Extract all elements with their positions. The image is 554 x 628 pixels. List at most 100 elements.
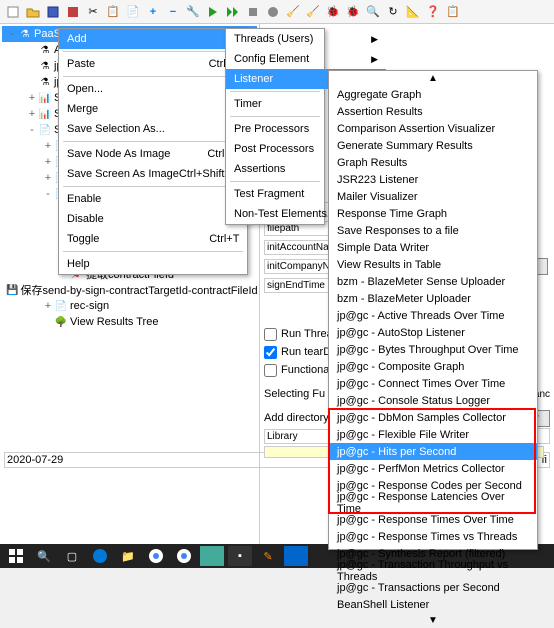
tb-new-icon[interactable] (4, 3, 22, 21)
menu-item[interactable]: Add ▶ (59, 29, 247, 49)
scroll-up-icon[interactable]: ▲ (329, 71, 537, 86)
tree-icon: ⚗ (38, 43, 52, 57)
tb-clearall-icon[interactable]: 🧹 (304, 3, 322, 21)
tree-icon: 📄 (54, 299, 68, 313)
tb-reset-icon[interactable]: ↻ (384, 3, 402, 21)
menu-item[interactable]: Help (59, 254, 247, 274)
tb-clear-icon[interactable]: 🧹 (284, 3, 302, 21)
expand-icon[interactable]: + (42, 300, 54, 312)
run-thread-checkbox[interactable] (264, 328, 277, 341)
menu-item[interactable]: Merge (59, 99, 247, 119)
expand-icon[interactable]: + (42, 172, 54, 184)
taskview-icon[interactable]: ▢ (60, 546, 84, 566)
menu-item[interactable]: Open... (59, 79, 247, 99)
tb-wrench-icon[interactable]: 🔧 (184, 3, 202, 21)
edge-icon[interactable] (88, 546, 112, 566)
menu-item[interactable]: jp@gc - Flexible File Writer (329, 426, 537, 443)
menu-item[interactable]: Graph Results (329, 154, 537, 171)
menu-item[interactable]: PasteCtrl+V (59, 54, 247, 74)
tb-bug-icon[interactable]: 🐞 (324, 3, 342, 21)
tree-item[interactable]: +📄rec-sign (2, 298, 257, 314)
run-teardown-checkbox[interactable] (264, 346, 277, 359)
menu-item[interactable]: jp@gc - Response Latencies Over Time (329, 494, 537, 511)
menu-label: Toggle (67, 233, 99, 245)
chrome-icon[interactable] (144, 546, 168, 566)
menu-item[interactable]: jp@gc - Active Threads Over Time (329, 307, 537, 324)
menu-item[interactable]: Mailer Visualizer (329, 188, 537, 205)
tb-fn-icon[interactable]: 📐 (404, 3, 422, 21)
menu-item[interactable]: Assertion Results (329, 103, 537, 120)
expand-icon[interactable]: + (42, 156, 54, 168)
menu-item[interactable]: Disable (59, 209, 247, 229)
menu-item[interactable]: jp@gc - Transaction Throughput vs Thread… (329, 562, 537, 579)
tb-stop-icon[interactable] (244, 3, 262, 21)
menu-item[interactable]: Enable (59, 189, 247, 209)
menu-item[interactable]: BeanShell Listener (329, 596, 537, 613)
tree-icon: 📊 (38, 91, 52, 105)
menu-item[interactable]: jp@gc - PerfMon Metrics Collector (329, 460, 537, 477)
tb-play-icon[interactable] (204, 3, 222, 21)
menu-item[interactable]: Response Time Graph (329, 205, 537, 222)
tb-templates-icon[interactable] (64, 3, 82, 21)
tb-playall-icon[interactable] (224, 3, 242, 21)
app2-icon[interactable] (284, 546, 308, 566)
explorer-icon[interactable]: 📁 (116, 546, 140, 566)
menu-item[interactable]: jp@gc - Bytes Throughput Over Time (329, 341, 537, 358)
menu-item[interactable]: Save Node As ImageCtrl+G (59, 144, 247, 164)
menu-item[interactable]: Save Screen As ImageCtrl+Shift+G (59, 164, 247, 184)
menu-label: Timer (234, 98, 262, 110)
menu-item[interactable]: jp@gc - Response Times vs Threads (329, 528, 537, 545)
expand-icon[interactable]: - (42, 188, 54, 200)
tree-item[interactable]: 💾保存send-by-sign-contractTargetId-contrac… (2, 282, 257, 298)
menu-item[interactable]: bzm - BlazeMeter Sense Uploader (329, 273, 537, 290)
cmd-icon[interactable]: ▪ (228, 546, 252, 566)
expand-icon[interactable]: - (26, 124, 38, 136)
tree-item[interactable]: 🌳View Results Tree (2, 314, 257, 330)
tb-help-icon[interactable]: ❓ (424, 3, 442, 21)
menu-item[interactable]: Simple Data Writer (329, 239, 537, 256)
menu-item[interactable]: bzm - BlazeMeter Uploader (329, 290, 537, 307)
menu-item[interactable]: jp@gc - Connect Times Over Time (329, 375, 537, 392)
menu-item[interactable]: jp@gc - Console Status Logger (329, 392, 537, 409)
expand-icon[interactable]: + (26, 92, 38, 104)
start-button[interactable] (4, 546, 28, 566)
tb-minus-icon[interactable]: − (164, 3, 182, 21)
tb-cut-icon[interactable]: ✂ (84, 3, 102, 21)
menu-item[interactable]: Save Responses to a file (329, 222, 537, 239)
tb-tpl-icon[interactable]: 📋 (444, 3, 462, 21)
tb-folder-icon[interactable] (24, 3, 42, 21)
tb-stopall-icon[interactable] (264, 3, 282, 21)
scroll-down-icon[interactable]: ▼ (329, 613, 537, 628)
search-icon[interactable]: 🔍 (32, 546, 56, 566)
tb-search-icon[interactable]: 🔍 (364, 3, 382, 21)
menu-item[interactable]: Config Element ▶ (226, 49, 386, 69)
menu-item[interactable]: Comparison Assertion Visualizer (329, 120, 537, 137)
tb-plus-icon[interactable]: + (144, 3, 162, 21)
menu-item[interactable]: ToggleCtrl+T (59, 229, 247, 249)
menu-label: Response Time Graph (337, 208, 447, 220)
menu-item[interactable]: jp@gc - Hits per Second (329, 443, 537, 460)
functional-checkbox[interactable] (264, 364, 277, 377)
menu-item[interactable]: View Results in Table (329, 256, 537, 273)
menu-item[interactable]: jp@gc - AutoStop Listener (329, 324, 537, 341)
menu-item[interactable]: Aggregate Graph (329, 86, 537, 103)
tb-copy-icon[interactable]: 📋 (104, 3, 122, 21)
menu-item[interactable]: jp@gc - DbMon Samples Collector (329, 409, 537, 426)
tb-paste-icon[interactable]: 📄 (124, 3, 142, 21)
tb-save-icon[interactable] (44, 3, 62, 21)
pen-icon[interactable]: ✎ (256, 546, 280, 566)
menu-item[interactable]: jp@gc - Response Times Over Time (329, 511, 537, 528)
menu-item[interactable]: Save Selection As... (59, 119, 247, 139)
expand-icon[interactable]: + (26, 108, 38, 120)
chrome2-icon[interactable] (172, 546, 196, 566)
menu-item[interactable]: Threads (Users) ▶ (226, 29, 386, 49)
menu-item[interactable]: jp@gc - Composite Graph (329, 358, 537, 375)
menu-item[interactable]: Generate Summary Results (329, 137, 537, 154)
expand-icon[interactable]: + (42, 140, 54, 152)
menu-item[interactable]: JSR223 Listener (329, 171, 537, 188)
menu-label: jp@gc - Console Status Logger (337, 395, 490, 407)
tb-bug2-icon[interactable]: 🐞 (344, 3, 362, 21)
app-icon[interactable] (200, 546, 224, 566)
expand-icon[interactable]: - (6, 28, 18, 40)
menu-label: Save Node As Image (67, 148, 170, 160)
